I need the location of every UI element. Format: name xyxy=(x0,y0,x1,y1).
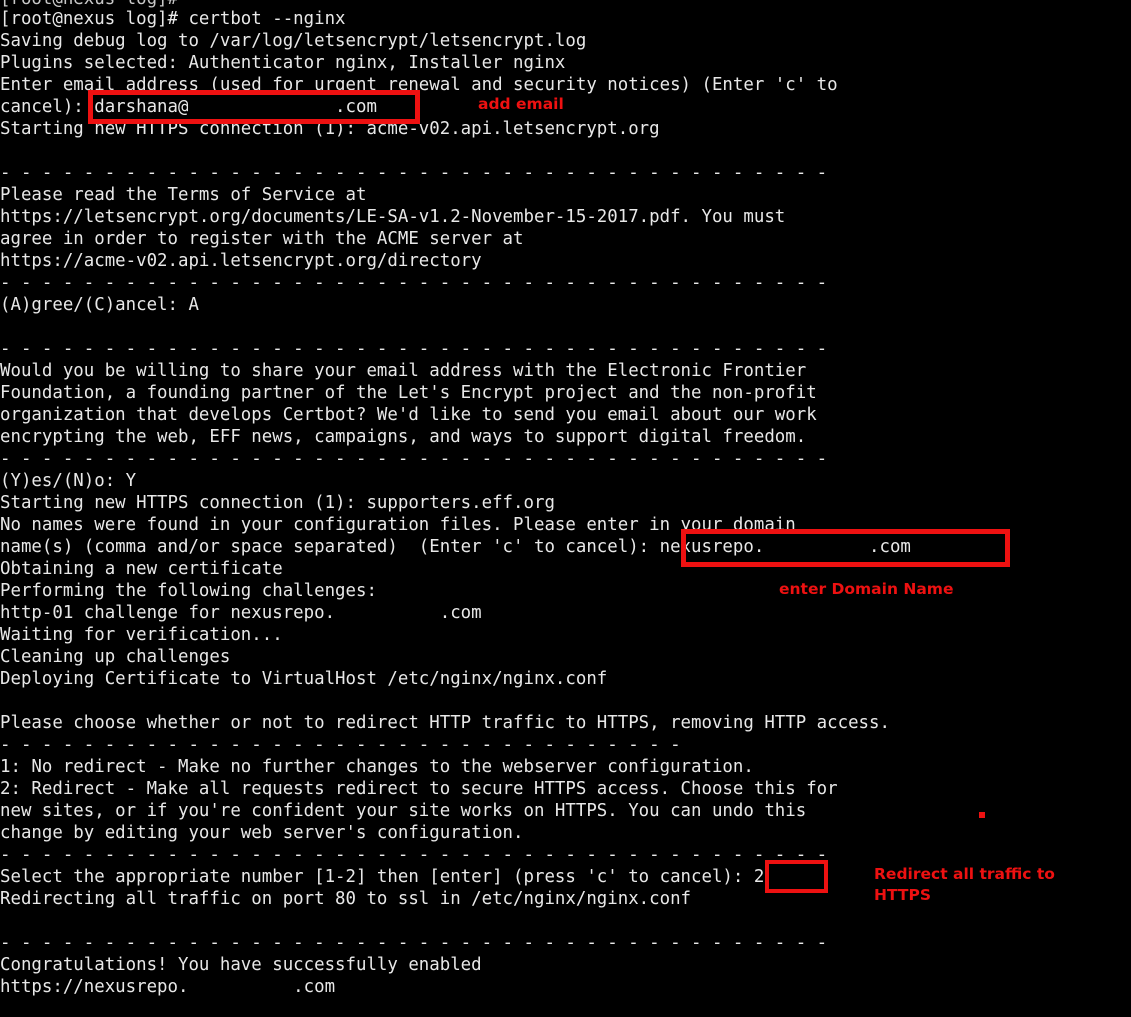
terminal-separator: - - - - - - - - - - - - - - - - - - - - … xyxy=(0,339,828,359)
terminal-line-email-input[interactable]: cancel): darshana@ .com xyxy=(0,96,377,118)
terminal-line-select-prompt[interactable]: Select the appropriate number [1-2] then… xyxy=(0,866,764,888)
terminal-line-congrats: Congratulations! You have successfully e… xyxy=(0,955,482,975)
annotation-label-add-email: add email xyxy=(478,95,564,113)
terminal-line: agree in order to register with the ACME… xyxy=(0,229,524,249)
terminal-line: Waiting for verification... xyxy=(0,625,283,645)
annotation-dot-marker xyxy=(979,812,985,818)
annotation-label-enter-domain: enter Domain Name xyxy=(779,580,954,598)
terminal-line-tos-url: https://letsencrypt.org/documents/LE-SA-… xyxy=(0,207,786,227)
terminal-separator: - - - - - - - - - - - - - - - - - - - - … xyxy=(0,933,828,953)
terminal-line-option-2: 2: Redirect - Make all requests redirect… xyxy=(0,779,838,799)
terminal-line: Please read the Terms of Service at xyxy=(0,185,367,205)
terminal-separator: - - - - - - - - - - - - - - - - - - - - … xyxy=(0,273,828,293)
terminal-line: Plugins selected: Authenticator nginx, I… xyxy=(0,53,566,73)
terminal-line-domain-input[interactable]: name(s) (comma and/or space separated) (… xyxy=(0,536,911,558)
terminal-line: new sites, or if you're confident your s… xyxy=(0,801,807,821)
terminal-line: http-01 challenge for nexusrepo. .com xyxy=(0,603,482,623)
terminal-line: change by editing your web server's conf… xyxy=(0,823,524,843)
terminal-line: encrypting the web, EFF news, campaigns,… xyxy=(0,427,807,447)
terminal-line: Obtaining a new certificate xyxy=(0,559,283,579)
terminal-separator: - - - - - - - - - - - - - - - - - - - - … xyxy=(0,449,828,469)
terminal-line-tos-prompt[interactable]: (A)gree/(C)ancel: A xyxy=(0,294,199,316)
terminal-line: Enter email address (used for urgent ren… xyxy=(0,75,838,95)
terminal-line-final-url: https://nexusrepo. .com xyxy=(0,977,336,997)
terminal-line: Deploying Certificate to VirtualHost /et… xyxy=(0,669,608,689)
terminal-separator: - - - - - - - - - - - - - - - - - - - - … xyxy=(0,163,828,183)
annotation-label-redirect: Redirect all traffic to HTTPS xyxy=(874,865,1055,904)
terminal-line: Foundation, a founding partner of the Le… xyxy=(0,383,817,403)
terminal-line-eff-prompt[interactable]: (Y)es/(N)o: Y xyxy=(0,470,136,492)
terminal-line-option-1: 1: No redirect - Make no further changes… xyxy=(0,757,754,777)
terminal-line: Would you be willing to share your email… xyxy=(0,361,807,381)
terminal-line: Please choose whether or not to redirect… xyxy=(0,713,890,733)
terminal-line-command: [root@nexus log]# certbot --nginx xyxy=(0,9,346,29)
terminal-line: Saving debug log to /var/log/letsencrypt… xyxy=(0,31,587,51)
terminal-line: Starting new HTTPS connection (1): acme-… xyxy=(0,119,660,139)
terminal-line: Starting new HTTPS connection (1): suppo… xyxy=(0,493,555,513)
terminal-separator: - - - - - - - - - - - - - - - - - - - - … xyxy=(0,845,828,865)
terminal-line: Performing the following challenges: xyxy=(0,581,377,601)
terminal-line: No names were found in your configuratio… xyxy=(0,515,796,535)
terminal-line: organization that develops Certbot? We'd… xyxy=(0,405,817,425)
terminal-separator: - - - - - - - - - - - - - - - - - - - - … xyxy=(0,735,681,755)
terminal-line: Cleaning up challenges xyxy=(0,647,231,667)
terminal-line-acme-url: https://acme-v02.api.letsencrypt.org/dir… xyxy=(0,251,482,271)
terminal-window[interactable]: [root@nexus log]# [root@nexus log]# cert… xyxy=(0,0,1131,1017)
terminal-line: Redirecting all traffic on port 80 to ss… xyxy=(0,889,692,909)
